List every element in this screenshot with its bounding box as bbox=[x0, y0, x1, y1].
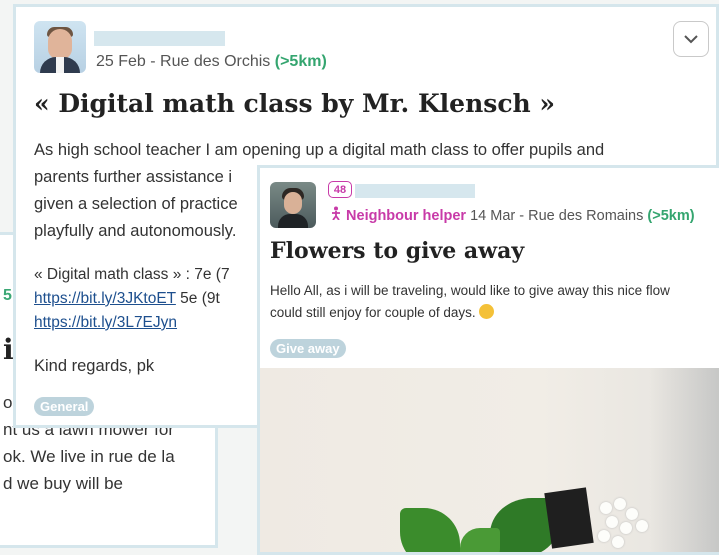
helper-role-label: Neighbour helper bbox=[346, 208, 467, 224]
distance-label: (>5km) bbox=[647, 208, 695, 224]
post-title[interactable]: « Digital math class by Mr. Klensch » bbox=[34, 89, 555, 118]
avatar[interactable] bbox=[270, 182, 316, 228]
links-line-1: « Digital math class » : 7e (7 bbox=[34, 266, 230, 283]
level-badge: 48 bbox=[328, 181, 352, 198]
post-date-location: 25 Feb - Rue des Orchis bbox=[96, 53, 271, 70]
post-body: Hello All, as i will be traveling, would… bbox=[270, 283, 670, 320]
post-date-location: 14 Mar - Rue des Romains bbox=[470, 208, 644, 224]
category-tag[interactable]: Give away bbox=[270, 339, 346, 358]
category-tag[interactable]: General bbox=[34, 397, 95, 416]
post-menu-button[interactable] bbox=[673, 21, 709, 57]
post-card-flowers[interactable]: 48 Neighbour helper 14 Mar - Rue des Rom… bbox=[257, 165, 719, 555]
link-math-class-2[interactable]: https://bit.ly/3L7EJyn bbox=[34, 314, 177, 331]
author-name-redacted bbox=[355, 184, 475, 198]
post-meta: 25 Feb - Rue des Orchis (>5km) bbox=[96, 53, 327, 71]
distance-label: (>5km) bbox=[274, 53, 327, 70]
author-name-redacted bbox=[94, 31, 225, 46]
post-meta: Neighbour helper 14 Mar - Rue des Romain… bbox=[330, 206, 695, 224]
helper-person-icon bbox=[330, 206, 346, 224]
post-signoff: Kind regards, pk bbox=[34, 357, 155, 375]
post-links: « Digital math class » : 7e (7 https://b… bbox=[34, 263, 230, 335]
link-math-class-1[interactable]: https://bit.ly/3JKtoET bbox=[34, 290, 176, 307]
distance-fragment: 5 bbox=[3, 287, 12, 304]
avatar[interactable] bbox=[34, 21, 86, 73]
chevron-down-icon bbox=[683, 31, 699, 47]
post-title[interactable]: Flowers to give away bbox=[270, 238, 524, 264]
flowers-image bbox=[596, 496, 656, 552]
gift-card-image bbox=[544, 487, 594, 549]
post-photo[interactable] bbox=[260, 368, 719, 552]
grinning-face-icon bbox=[479, 304, 495, 319]
